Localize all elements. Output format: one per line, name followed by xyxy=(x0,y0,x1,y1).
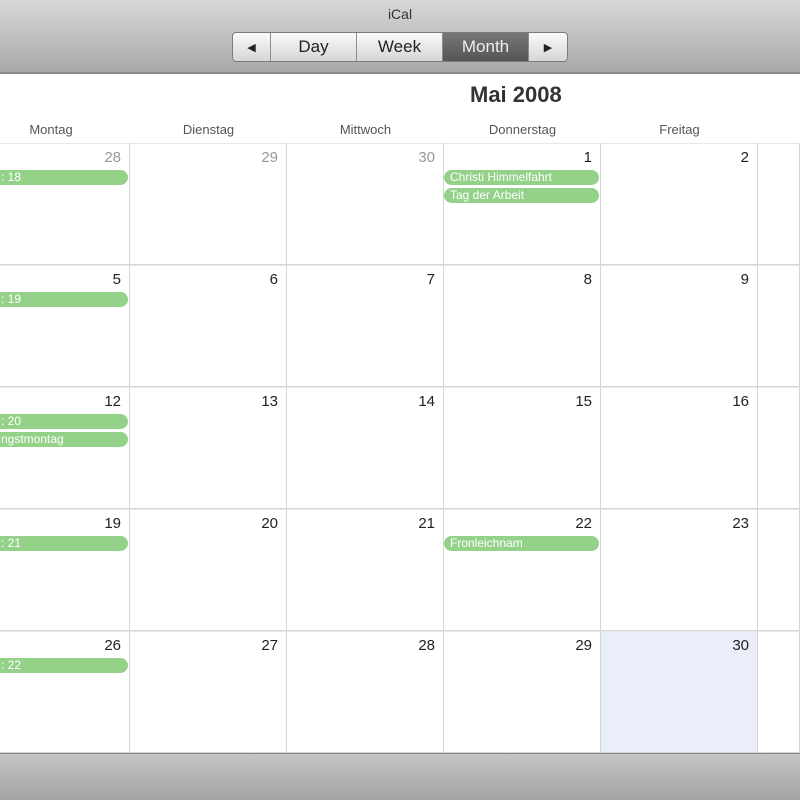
event[interactable]: : 22 xyxy=(0,658,128,673)
day-cell[interactable] xyxy=(758,631,800,753)
day-number: 6 xyxy=(269,271,278,288)
day-number: 13 xyxy=(261,393,278,410)
day-cell[interactable]: 15 xyxy=(444,387,601,509)
day-cell[interactable]: 16 xyxy=(601,387,758,509)
day-cell[interactable]: 13 xyxy=(130,387,287,509)
day-cell[interactable]: 29 xyxy=(130,143,287,265)
day-cell[interactable]: 1 Christi Himmelfahrt Tag der Arbeit xyxy=(444,143,601,265)
day-cell[interactable]: 14 xyxy=(287,387,444,509)
day-cell[interactable]: 29 xyxy=(444,631,601,753)
toolbar: iCal ◀ Day Week Month ▶ xyxy=(0,0,800,74)
day-number: 20 xyxy=(261,515,278,532)
month-grid: 28: 18 29 30 1 Christi Himmelfahrt Tag der Ar… xyxy=(0,143,800,753)
view-switcher: ◀ Day Week Month ▶ xyxy=(232,32,568,62)
event[interactable]: Christi Himmelfahrt xyxy=(444,170,599,185)
event[interactable]: Fronleichnam xyxy=(444,536,599,551)
day-number: 29 xyxy=(261,149,278,166)
day-cell[interactable]: 28 xyxy=(287,631,444,753)
day-cell[interactable]: 5 : 19 xyxy=(0,265,130,387)
day-cell[interactable]: 28 : 18 xyxy=(0,143,130,265)
next-button[interactable]: ▶ xyxy=(529,33,567,61)
day-number: 21 xyxy=(418,515,435,532)
event[interactable]: : 19 xyxy=(0,292,128,307)
month-button[interactable]: Month xyxy=(443,33,529,61)
day-cell[interactable] xyxy=(758,509,800,631)
day-number: 28 xyxy=(418,637,435,654)
day-number: 30 xyxy=(732,637,749,654)
event[interactable]: ngstmontag xyxy=(0,432,128,447)
event[interactable]: Tag der Arbeit xyxy=(444,188,599,203)
triangle-left-icon: ◀ xyxy=(247,41,256,54)
day-cell[interactable]: 9 xyxy=(601,265,758,387)
day-number: 15 xyxy=(575,393,592,410)
day-cell[interactable]: 21 xyxy=(287,509,444,631)
day-button[interactable]: Day xyxy=(271,33,357,61)
window-title: iCal xyxy=(387,6,413,22)
day-number: 14 xyxy=(418,393,435,410)
week-button[interactable]: Week xyxy=(357,33,443,61)
day-number: 5 xyxy=(112,271,121,288)
event[interactable]: : 21 xyxy=(0,536,128,551)
day-cell[interactable]: 8 xyxy=(444,265,601,387)
day-cell[interactable]: 26 : 22 xyxy=(0,631,130,753)
day-number: 23 xyxy=(732,515,749,532)
bottom-bar xyxy=(0,753,800,800)
day-number: 28 xyxy=(104,149,121,166)
day-cell[interactable] xyxy=(758,143,800,265)
day-cell[interactable]: 23 xyxy=(601,509,758,631)
day-cell[interactable]: 30 xyxy=(287,143,444,265)
day-number: 12 xyxy=(104,393,121,410)
day-cell[interactable]: 19 : 21 xyxy=(0,509,130,631)
day-number: 16 xyxy=(732,393,749,410)
day-cell[interactable]: 6 xyxy=(130,265,287,387)
day-cell[interactable]: 20 xyxy=(130,509,287,631)
day-number: 30 xyxy=(418,149,435,166)
previous-button[interactable]: ◀ xyxy=(233,33,271,61)
day-number: 22 xyxy=(575,515,592,532)
day-number: 29 xyxy=(575,637,592,654)
day-number: 8 xyxy=(583,271,592,288)
day-cell[interactable]: 12 : 20 ngstmontag xyxy=(0,387,130,509)
day-number: 2 xyxy=(740,149,749,166)
weekday-header: Freitag xyxy=(659,122,700,137)
day-number: 19 xyxy=(104,515,121,532)
day-number: 7 xyxy=(426,271,435,288)
day-number: 9 xyxy=(740,271,749,288)
day-cell[interactable]: 22 Fronleichnam xyxy=(444,509,601,631)
month-title: Mai 2008 xyxy=(470,82,562,107)
event[interactable]: : 18 xyxy=(0,170,128,185)
day-cell[interactable] xyxy=(758,265,800,387)
weekday-header: Montag xyxy=(29,122,73,137)
weekday-header: Mittwoch xyxy=(339,122,392,137)
weekday-header: Donnerstag xyxy=(488,122,557,137)
triangle-right-icon: ▶ xyxy=(543,41,553,54)
day-cell[interactable]: 7 xyxy=(287,265,444,387)
day-number: 26 xyxy=(104,637,121,654)
day-cell[interactable]: 30 xyxy=(601,631,758,753)
day-number: 1 xyxy=(583,149,592,166)
weekday-header: Dienstag xyxy=(182,122,235,137)
day-cell[interactable] xyxy=(758,387,800,509)
event[interactable]: : 20 xyxy=(0,414,128,429)
day-cell[interactable]: 27 xyxy=(130,631,287,753)
day-cell[interactable]: 2 xyxy=(601,143,758,265)
day-number: 27 xyxy=(261,637,278,654)
